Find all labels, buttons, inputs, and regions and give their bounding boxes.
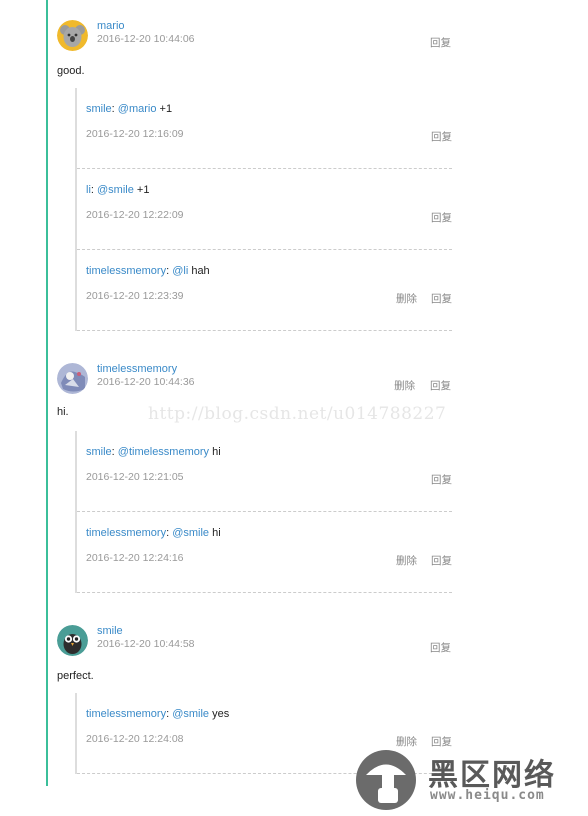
watermark-text: http://blog.csdn.net/u014788227	[148, 404, 447, 424]
reply-author[interactable]: smile	[86, 446, 112, 458]
reply-mention[interactable]: @smile	[172, 708, 209, 720]
reply-message: yes	[209, 708, 230, 720]
reply-button[interactable]: 回复	[431, 474, 452, 486]
reply-timestamp: 2016-12-20 12:21:05	[86, 471, 184, 483]
delete-button[interactable]: 删除	[396, 736, 417, 748]
comment-timestamp: 2016-12-20 10:44:36	[97, 376, 195, 388]
reply-message: hah	[188, 265, 210, 277]
reply-mention[interactable]: @timelessmemory	[118, 446, 209, 458]
reply-mention[interactable]: @li	[172, 265, 188, 277]
comment-author[interactable]: smile	[97, 625, 123, 637]
comment-text: good.	[57, 65, 85, 77]
reply-button[interactable]: 回复	[431, 212, 452, 224]
reply-message: hi	[209, 527, 221, 539]
reply-item: timelessmemory: @smile hi 2016-12-20 12:…	[77, 512, 452, 593]
reply-thread: smile: @mario +1 2016-12-20 12:16:09 回复 …	[75, 88, 452, 331]
comment-actions: 回复	[418, 35, 451, 50]
reply-timestamp: 2016-12-20 12:22:09	[86, 209, 184, 221]
avatar-owl[interactable]	[57, 625, 88, 656]
reply-item: li: @smile +1 2016-12-20 12:22:09 回复	[77, 169, 452, 250]
delete-button[interactable]: 删除	[396, 555, 417, 567]
avatar-koala[interactable]	[57, 20, 88, 51]
delete-button[interactable]: 删除	[394, 380, 415, 392]
reply-timestamp: 2016-12-20 12:23:39	[86, 290, 184, 302]
comment: smile 2016-12-20 10:44:58 回复 perfect.	[57, 625, 457, 685]
reply-timestamp: 2016-12-20 12:16:09	[86, 128, 184, 140]
reply-button[interactable]: 回复	[430, 37, 451, 49]
reply-item: smile: @timelessmemory hi 2016-12-20 12:…	[77, 431, 452, 512]
reply-timestamp: 2016-12-20 12:24:16	[86, 552, 184, 564]
reply-author[interactable]: timelessmemory	[86, 265, 166, 277]
reply-mention[interactable]: @smile	[172, 527, 209, 539]
reply-message: hi	[209, 446, 221, 458]
reply-button[interactable]: 回复	[431, 131, 452, 143]
reply-mention[interactable]: @mario	[118, 103, 157, 115]
delete-button[interactable]: 删除	[396, 293, 417, 305]
reply-author[interactable]: timelessmemory	[86, 527, 166, 539]
comment-author[interactable]: timelessmemory	[97, 363, 177, 375]
reply-item: timelessmemory: @li hah 2016-12-20 12:23…	[77, 250, 452, 331]
mushroom-icon	[356, 750, 416, 810]
comment-author[interactable]: mario	[97, 20, 125, 32]
left-accent-rule	[46, 0, 48, 786]
avatar-illustration[interactable]	[57, 363, 88, 394]
comment-actions: 删除 回复	[382, 378, 451, 393]
reply-message: +1	[133, 184, 150, 196]
reply-author[interactable]: smile	[86, 103, 112, 115]
reply-item: smile: @mario +1 2016-12-20 12:16:09 回复	[77, 88, 452, 169]
comment-timestamp: 2016-12-20 10:44:58	[97, 638, 195, 650]
reply-message: +1	[156, 103, 173, 115]
reply-mention[interactable]: @smile	[97, 184, 134, 196]
site-url: www.heiqu.com	[430, 788, 545, 803]
comment-text: hi.	[57, 406, 69, 418]
reply-button[interactable]: 回复	[430, 380, 451, 392]
reply-timestamp: 2016-12-20 12:24:08	[86, 733, 184, 745]
reply-button[interactable]: 回复	[431, 293, 452, 305]
reply-button[interactable]: 回复	[431, 736, 452, 748]
comment-actions: 回复	[418, 640, 451, 655]
comment-timestamp: 2016-12-20 10:44:06	[97, 33, 195, 45]
reply-button[interactable]: 回复	[430, 642, 451, 654]
reply-thread: smile: @timelessmemory hi 2016-12-20 12:…	[75, 431, 452, 593]
reply-author[interactable]: timelessmemory	[86, 708, 166, 720]
reply-button[interactable]: 回复	[431, 555, 452, 567]
comment-text: perfect.	[57, 670, 94, 682]
